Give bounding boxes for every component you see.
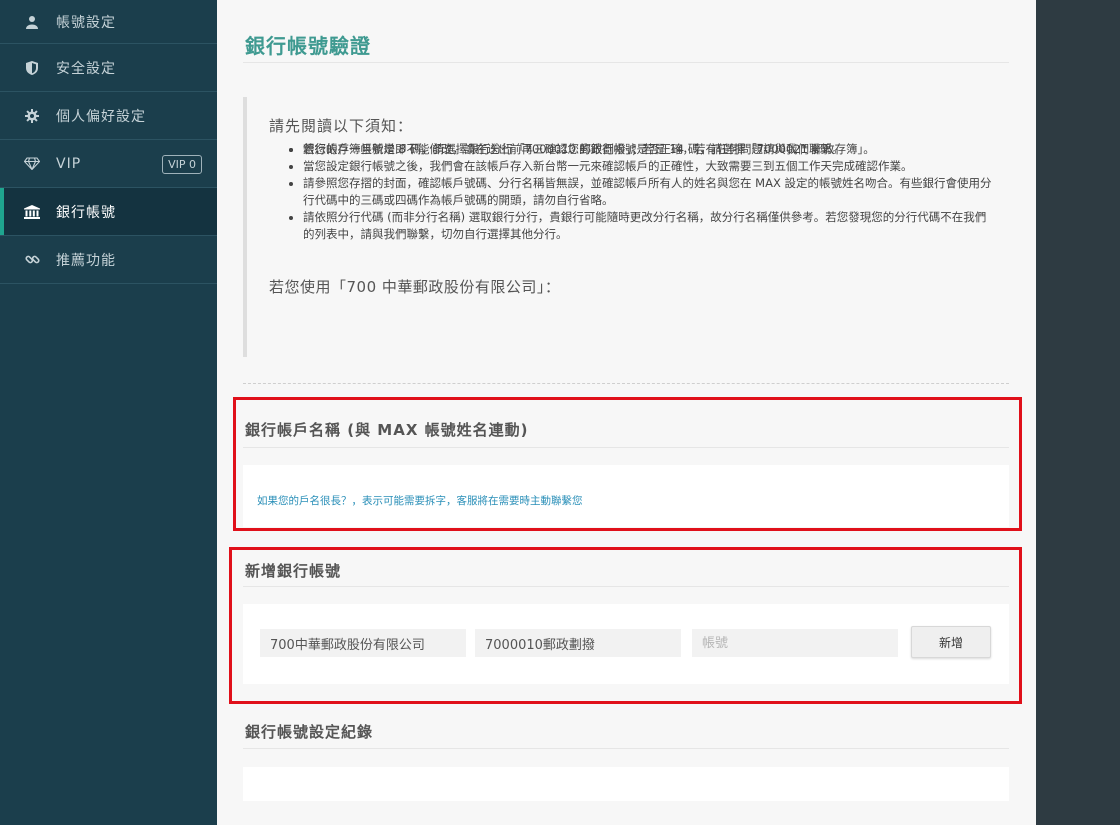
gear-icon [24, 108, 40, 124]
sidebar-item-label: VIP [56, 155, 82, 172]
link-icon [24, 252, 40, 268]
notice-item: 當您設定銀行帳號之後，我們會在該帳戶存入新台幣一元來確認帳戶的正確性，大致需要三… [303, 158, 992, 175]
sidebar-item-label: 安全設定 [56, 60, 116, 77]
sidebar-item-label: 帳號設定 [56, 14, 116, 31]
shield-icon [24, 60, 40, 76]
sidebar-item-bank-account[interactable]: 銀行帳號 [0, 188, 217, 236]
notice-heading: 請先閱讀以下須知： [269, 117, 414, 135]
postal-item: 若您的存簿帳號是 8 碼，請選擇銀行分行「7000010 郵政劃撥」；若是 14… [303, 141, 992, 158]
sidebar-item-referral[interactable]: 推薦功能 [0, 236, 217, 284]
sidebar-item-vip[interactable]: VIP VIP 0 [0, 140, 217, 188]
page-title: 銀行帳號驗證 [245, 34, 371, 58]
postal-list: 若您的存簿帳號是 8 碼，請選擇銀行分行「7000010 郵政劃撥」；若是 14… [287, 141, 992, 158]
sidebar: 帳號設定 安全設定 個人偏好設定 VIP VIP 0 銀行帳號 推薦功能 [0, 0, 217, 825]
sidebar-item-label: 個人偏好設定 [56, 108, 146, 125]
notice-panel: 請先閱讀以下須知： 銀行帳戶一旦新增即不能修改，請在送出前再三確認您的銀行帳號是… [243, 97, 1009, 357]
title-divider [243, 62, 1009, 63]
sidebar-item-account-settings[interactable]: 帳號設定 [0, 0, 217, 44]
diamond-icon [24, 156, 40, 172]
history-panel [243, 767, 1009, 801]
postal-heading: 若您使用「700 中華郵政股份有限公司」： [269, 278, 561, 296]
highlight-account-name [233, 397, 1022, 531]
sidebar-item-security-settings[interactable]: 安全設定 [0, 44, 217, 92]
history-title: 銀行帳號設定紀錄 [245, 723, 374, 741]
notice-item: 請依照分行代碼 (而非分行名稱) 選取銀行分行，貴銀行可能隨時更改分行名稱，故分… [303, 209, 992, 243]
dashed-divider [243, 383, 1009, 384]
right-backdrop [1036, 0, 1120, 825]
vip-level-badge: VIP 0 [162, 155, 202, 174]
bank-icon [24, 204, 40, 220]
sidebar-item-preferences[interactable]: 個人偏好設定 [0, 92, 217, 140]
section-divider [243, 748, 1009, 749]
highlight-add-account [229, 547, 1022, 704]
notice-item: 請參照您存摺的封面，確認帳戶號碼、分行名稱皆無誤，並確認帳戶所有人的姓名與您在 … [303, 175, 992, 209]
user-icon [24, 14, 40, 30]
sidebar-item-label: 銀行帳號 [56, 204, 116, 221]
sidebar-item-label: 推薦功能 [56, 252, 116, 269]
